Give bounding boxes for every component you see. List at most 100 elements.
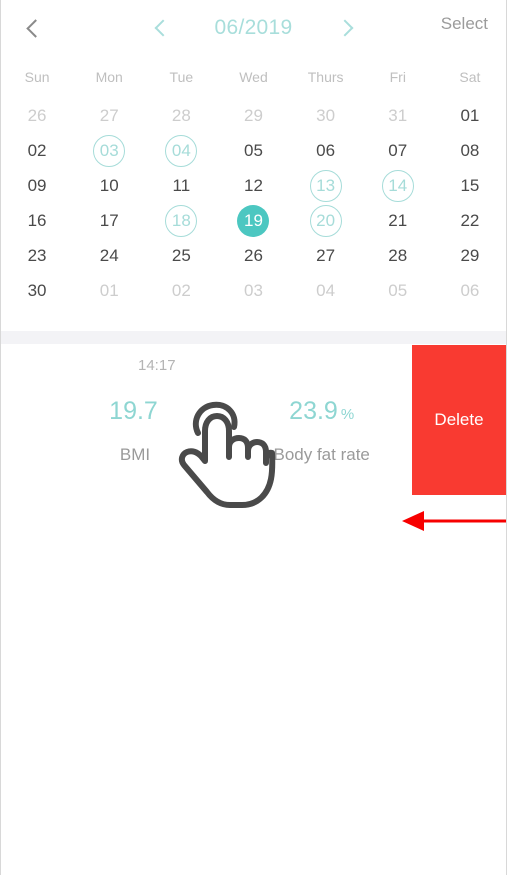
- calendar-day-cell[interactable]: 02: [1, 133, 73, 168]
- calendar-day-number: 30: [316, 105, 336, 125]
- calendar-week-row: 23 24 25 26 27 28 29: [1, 238, 506, 273]
- select-button[interactable]: Select: [441, 14, 488, 34]
- calendar-day-number: 09: [27, 175, 47, 195]
- calendar-day-cell[interactable]: 05: [362, 273, 434, 308]
- calendar-day-cell[interactable]: 04: [290, 273, 362, 308]
- calendar-day-cell[interactable]: 25: [145, 238, 217, 273]
- calendar-day-number: 20: [309, 204, 342, 237]
- calendar-day-cell[interactable]: 13: [290, 168, 362, 203]
- calendar-day-cell[interactable]: 26: [1, 98, 73, 133]
- metric-value: 19.7: [109, 396, 161, 430]
- calendar-day-cell[interactable]: 20: [290, 203, 362, 238]
- calendar: Sun Mon Tue Wed Thurs Fri Sat 26 27 28 29 30…: [1, 56, 506, 308]
- calendar-day-cell[interactable]: 18: [145, 203, 217, 238]
- calendar-day-number: 10: [99, 175, 119, 195]
- calendar-day-number: 14: [381, 169, 414, 202]
- calendar-day-cell[interactable]: 15: [434, 168, 506, 203]
- weekday-label: Sun: [24, 69, 50, 85]
- calendar-day-number: 05: [244, 140, 263, 160]
- calendar-day-cell[interactable]: 09: [1, 168, 73, 203]
- calendar-day-cell[interactable]: 06: [290, 133, 362, 168]
- calendar-day-cell[interactable]: 28: [362, 238, 434, 273]
- calendar-week-row: 16 17 18 19 20 21 22: [1, 203, 506, 238]
- calendar-day-cell[interactable]: 31: [362, 98, 434, 133]
- measurement-record-row: Delete 14:17 kg ht 19.7 BMI: [1, 344, 506, 496]
- calendar-day-number: 06: [316, 140, 336, 160]
- calendar-grid: 26 27 28 29 30 31 01 02 03 04 05 06 07 08 09 10 11 12 13 14…: [1, 98, 506, 308]
- calendar-day-cell[interactable]: 24: [73, 238, 145, 273]
- calendar-day-cell[interactable]: 01: [434, 98, 506, 133]
- metric-label: BMI: [119, 445, 151, 464]
- metric-number: 19.7: [109, 397, 158, 425]
- calendar-day-cell[interactable]: 30: [1, 273, 73, 308]
- calendar-day-cell[interactable]: 29: [434, 238, 506, 273]
- calendar-day-number: 17: [99, 210, 119, 230]
- calendar-day-cell[interactable]: 30: [290, 98, 362, 133]
- calendar-day-number: 06: [460, 280, 480, 300]
- calendar-day-number: 31: [388, 105, 408, 125]
- calendar-day-number: 27: [316, 245, 336, 265]
- calendar-day-number: 05: [388, 280, 408, 300]
- calendar-day-cell[interactable]: 04: [145, 133, 217, 168]
- calendar-day-cell[interactable]: 29: [217, 98, 289, 133]
- metric-number: 23.9: [289, 397, 338, 425]
- calendar-day-cell[interactable]: 21: [362, 203, 434, 238]
- calendar-week-row: 30 01 02 03 04 05 06: [1, 273, 506, 308]
- calendar-day-cell[interactable]: 10: [73, 168, 145, 203]
- calendar-day-cell[interactable]: 27: [290, 238, 362, 273]
- calendar-day-cell[interactable]: 23: [1, 238, 73, 273]
- record-time: 14:17: [138, 357, 176, 374]
- calendar-day-number: 24: [99, 245, 119, 265]
- calendar-day-number: 26: [27, 105, 47, 125]
- calendar-day-cell[interactable]: 28: [145, 98, 217, 133]
- calendar-day-cell[interactable]: 05: [217, 133, 289, 168]
- calendar-day-cell[interactable]: 14: [362, 168, 434, 203]
- record-metrics: kg ht 19.7 BMI 23.9% Body fat rate: [1, 396, 415, 465]
- calendar-day-number: 04: [316, 280, 336, 300]
- calendar-week-row: 09 10 11 12 13 14 15: [1, 168, 506, 203]
- chevron-left-icon: [154, 19, 171, 37]
- record-card[interactable]: 14:17 kg ht 19.7 BMI 23.9%: [1, 344, 415, 496]
- calendar-day-cell[interactable]: 19: [217, 203, 289, 238]
- calendar-day-cell[interactable]: 01: [73, 273, 145, 308]
- calendar-day-number: 29: [244, 105, 263, 125]
- calendar-week-row: 02 03 04 05 06 07 08: [1, 133, 506, 168]
- calendar-day-number: 21: [388, 210, 408, 230]
- calendar-day-cell[interactable]: 22: [434, 203, 506, 238]
- calendar-day-cell[interactable]: 06: [434, 273, 506, 308]
- calendar-day-cell[interactable]: 07: [362, 133, 434, 168]
- calendar-day-cell[interactable]: 27: [73, 98, 145, 133]
- calendar-day-number: 16: [27, 210, 47, 230]
- calendar-day-cell[interactable]: 03: [73, 133, 145, 168]
- calendar-day-cell[interactable]: 16: [1, 203, 73, 238]
- metric-value: 23.9%: [289, 396, 354, 430]
- calendar-day-number: 23: [27, 245, 47, 265]
- calendar-day-number: 30: [27, 280, 47, 300]
- calendar-day-number: 03: [244, 280, 263, 300]
- next-month-button[interactable]: [332, 13, 358, 43]
- metric-body-fat-rate: 23.9% Body fat rate: [228, 396, 415, 465]
- calendar-day-cell[interactable]: 08: [434, 133, 506, 168]
- calendar-day-cell[interactable]: 03: [217, 273, 289, 308]
- metric-weight: kg ht: [1, 396, 42, 465]
- prev-month-button[interactable]: [150, 13, 176, 43]
- calendar-day-cell[interactable]: 17: [73, 203, 145, 238]
- calendar-day-number: 01: [99, 280, 119, 300]
- app-screen: 06/2019 Select Sun Mon Tue Wed Thurs Fri…: [0, 0, 507, 875]
- metric-bmi: 19.7 BMI: [42, 396, 229, 465]
- weekday-label: Tue: [169, 69, 194, 85]
- calendar-day-cell[interactable]: 11: [145, 168, 217, 203]
- calendar-day-cell[interactable]: 02: [145, 273, 217, 308]
- calendar-day-number: 29: [460, 245, 480, 265]
- metric-label: Body fat rate: [273, 445, 370, 464]
- delete-button[interactable]: Delete: [412, 345, 506, 495]
- calendar-day-cell[interactable]: 26: [217, 238, 289, 273]
- calendar-day-number: 12: [244, 175, 263, 195]
- calendar-day-number: 22: [460, 210, 480, 230]
- weekday-label: Wed: [239, 69, 268, 85]
- calendar-day-cell[interactable]: 12: [217, 168, 289, 203]
- calendar-week-row: 26 27 28 29 30 31 01: [1, 98, 506, 133]
- weekday-label: Thurs: [307, 69, 344, 85]
- calendar-day-number: 11: [172, 175, 191, 195]
- calendar-day-number: 01: [460, 105, 480, 125]
